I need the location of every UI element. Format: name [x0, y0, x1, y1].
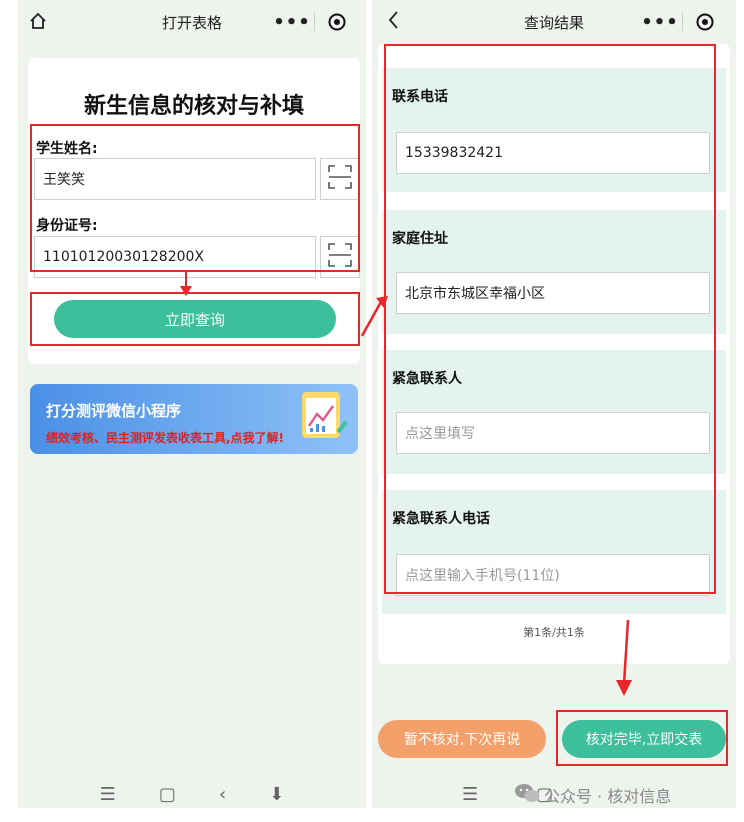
arrow-down-to-submit: [616, 619, 632, 696]
annotation-arrows: [180, 272, 632, 696]
arrow-down-to-query: [180, 272, 192, 296]
arrow-to-results: [360, 296, 388, 337]
